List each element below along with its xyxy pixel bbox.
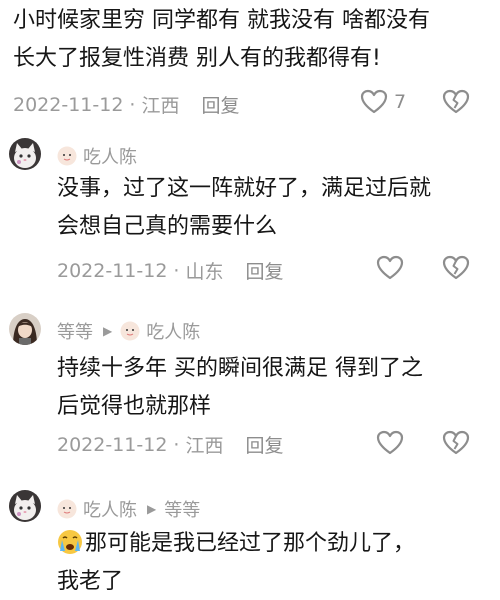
comment-username[interactable]: 吃人陈 — [83, 496, 137, 522]
avatar-mini-face-icon — [120, 321, 140, 341]
comment-text-line2: 会想自己真的需要什么 — [57, 214, 278, 239]
comment-date: 2022-11-12 — [57, 259, 168, 282]
avatar-cat-icon — [9, 490, 41, 522]
avatar[interactable] — [9, 138, 41, 170]
comment-user-row: 等等 ▶ 吃人陈 — [57, 318, 200, 344]
post-like-button[interactable]: 7 — [360, 89, 406, 114]
post-like-count: 7 — [394, 90, 407, 113]
comment-text-line1: 持续十多年 买的瞬间很满足 得到了之 — [57, 356, 423, 381]
post-dislike-button[interactable] — [442, 89, 470, 114]
avatar-mini-face-icon — [57, 146, 77, 166]
reply-arrow-icon: ▶ — [147, 502, 157, 516]
broken-heart-icon — [442, 255, 470, 280]
avatar[interactable] — [9, 313, 41, 345]
post-location: 江西 — [141, 95, 180, 117]
comment-text-line1: 那可能是我已经过了那个劲儿了， — [57, 526, 415, 562]
comment-text-line1-content: 那可能是我已经过了那个劲儿了， — [85, 531, 416, 556]
post-text-line2: 长大了报复性消费 别人有的我都得有! — [13, 46, 381, 71]
heart-outline-icon — [376, 430, 404, 455]
comment-location: 江西 — [185, 435, 224, 457]
comment-reply-button[interactable]: 回复 — [245, 257, 283, 284]
avatar[interactable] — [9, 490, 41, 522]
reply-arrow-icon: ▶ — [103, 324, 113, 338]
broken-heart-icon — [442, 89, 470, 114]
comment-text-line2: 后觉得也就那样 — [57, 394, 212, 419]
comment-text-line2: 我老了 — [57, 569, 124, 594]
comment-reply-to-username[interactable]: 等等 — [164, 496, 200, 522]
avatar-mini-face-icon — [57, 499, 77, 519]
comment-user-row: 吃人陈 ▶ 等等 — [57, 496, 200, 522]
comment-username[interactable]: 吃人陈 — [83, 143, 137, 169]
comment-dislike-button[interactable] — [442, 430, 470, 455]
comment-meta: 2022-11-12 · 江西 回复 — [57, 431, 284, 458]
post-text-line1: 小时候家里穷 同学都有 就我没有 啥都没有 — [13, 8, 430, 33]
comment-reply-to-username[interactable]: 吃人陈 — [146, 318, 200, 344]
avatar-girl-icon — [9, 313, 41, 345]
comment-meta: 2022-11-12 · 山东 回复 — [57, 257, 284, 284]
comment-username[interactable]: 等等 — [57, 318, 93, 344]
comment-like-button[interactable] — [376, 430, 404, 455]
avatar-cat-icon — [9, 138, 41, 170]
comment-user-row: 吃人陈 — [57, 143, 137, 169]
comment-location: 山东 — [185, 261, 224, 283]
comment-dislike-button[interactable] — [442, 255, 470, 280]
post-reply-button[interactable]: 回复 — [201, 91, 239, 118]
comment-text-line1: 没事，过了这一阵就好了，满足过后就 — [57, 176, 432, 201]
post-meta: 2022-11-12 · 江西 回复 — [13, 91, 240, 118]
comment-reply-button[interactable]: 回复 — [245, 431, 283, 458]
cry-emoji-icon — [58, 530, 82, 554]
post-date: 2022-11-12 — [13, 93, 124, 116]
comment-date: 2022-11-12 — [57, 433, 168, 456]
comment-like-button[interactable] — [376, 255, 404, 280]
heart-outline-icon — [376, 255, 404, 280]
broken-heart-icon — [442, 430, 470, 455]
heart-outline-icon — [360, 89, 388, 114]
